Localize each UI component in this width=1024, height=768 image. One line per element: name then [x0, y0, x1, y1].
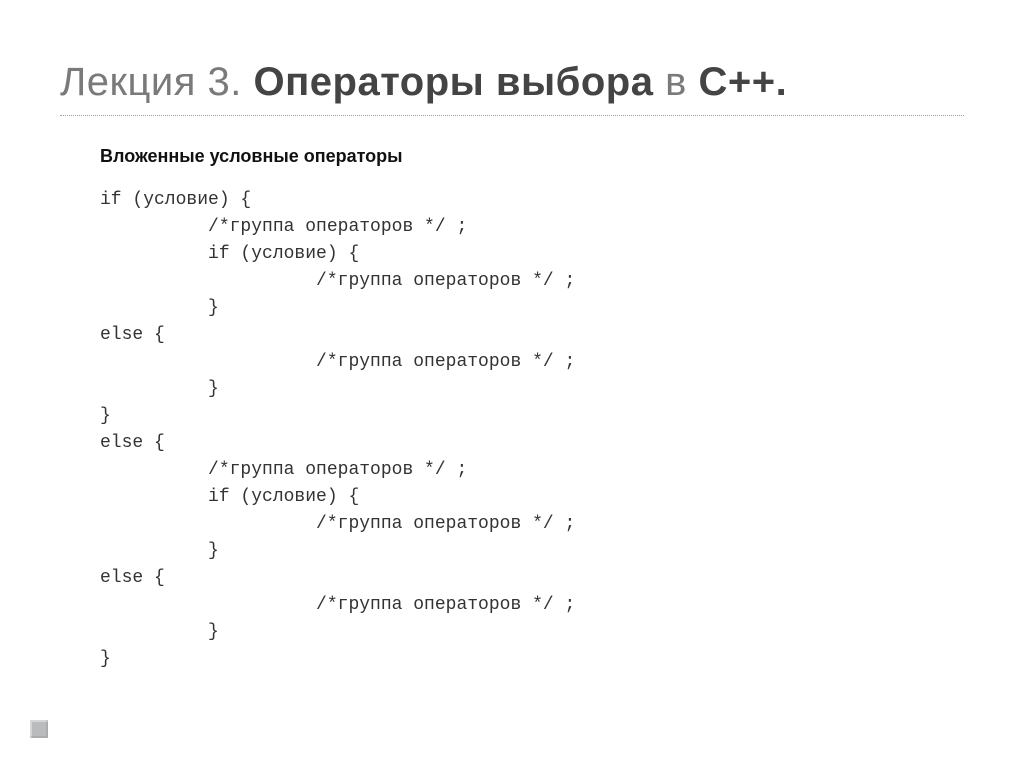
title-mid: в: [653, 60, 698, 104]
sub-heading: Вложенные условные операторы: [100, 146, 964, 167]
title-container: Лекция 3. Операторы выбора в С++.: [60, 60, 964, 116]
slide: Лекция 3. Операторы выбора в С++. Вложен…: [0, 0, 1024, 768]
slide-body: Вложенные условные операторы if (условие…: [60, 146, 964, 673]
bullet-decor-icon: [30, 720, 48, 738]
slide-title: Лекция 3. Операторы выбора в С++.: [60, 60, 964, 105]
title-emphasis-1: Операторы выбора: [254, 60, 654, 104]
code-block: if (условие) { /*группа операторов */ ; …: [100, 187, 964, 673]
title-prefix: Лекция 3.: [60, 60, 254, 104]
title-emphasis-2: С++.: [698, 60, 787, 104]
